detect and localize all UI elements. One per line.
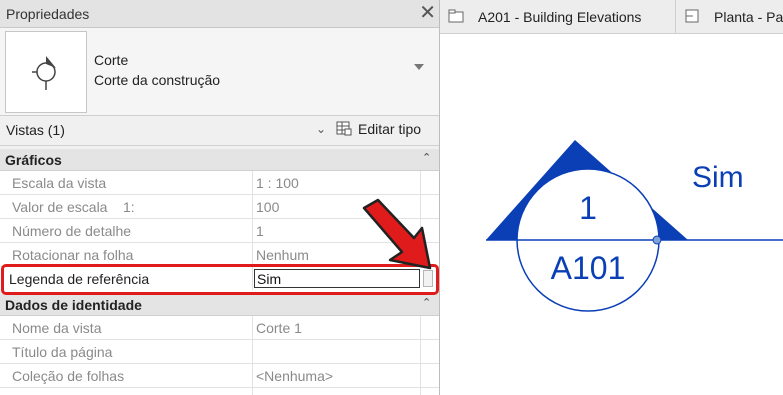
property-value: <Nenhuma> [256, 368, 334, 384]
property-value: Nenhum [256, 247, 309, 263]
tab-floor-plan[interactable]: Planta - Pa [676, 0, 783, 34]
chevron-down-icon[interactable]: ⌄ [316, 122, 326, 136]
drawing-view-area: A201 - Building Elevations Planta - Pa 1… [440, 0, 783, 395]
section-type-thumbnail [5, 31, 87, 113]
property-row[interactable] [0, 388, 439, 395]
section-symbol-icon [32, 56, 56, 90]
tab-label: Planta - Pa [714, 9, 783, 25]
collapse-icon[interactable]: ⌃ [422, 151, 431, 164]
property-key: Legenda de referência [9, 271, 150, 287]
grip-handle[interactable] [652, 235, 662, 245]
collapse-icon[interactable]: ⌃ [422, 296, 431, 309]
property-key: Nome da vista [12, 320, 102, 336]
sheet-number: A101 [551, 250, 626, 286]
edit-type-icon [336, 121, 352, 136]
tab-building-elevations[interactable]: A201 - Building Elevations [440, 0, 676, 34]
drawing-canvas[interactable]: 1 A101 Sim [440, 34, 783, 395]
properties-panel: Propriedades ✕ Corte Corte da construção… [0, 0, 440, 395]
property-value: Corte 1 [256, 320, 302, 336]
callout-arrow-icon [362, 198, 432, 270]
type-subname: Corte da construção [94, 72, 221, 88]
property-value: 100 [256, 199, 280, 215]
property-row[interactable]: Nome da vista Corte 1 [0, 316, 439, 340]
close-icon[interactable]: ✕ [419, 2, 436, 24]
properties-title: Propriedades [6, 6, 90, 22]
floor-plan-icon [685, 9, 699, 23]
type-selector[interactable]: Corte Corte da construção [0, 28, 439, 116]
type-name: Corte [94, 52, 129, 68]
group-label: Gráficos [5, 152, 62, 168]
property-key: Rotacionar na folha [12, 247, 134, 263]
instance-filter-bar: Vistas (1) ⌄ Editar tipo [0, 116, 439, 146]
property-value: 1 [256, 223, 264, 239]
reference-label-tag: Sim [692, 161, 744, 194]
detail-number: 1 [579, 190, 597, 226]
property-key: Título da página [12, 344, 113, 360]
properties-title-bar: Propriedades ✕ [0, 0, 439, 28]
property-row[interactable]: Título da página [0, 340, 439, 364]
group-identity-data[interactable]: Dados de identidade ⌃ [0, 294, 439, 316]
property-key: Valor de escala 1: [12, 199, 135, 215]
property-row[interactable]: Coleção de folhas <Nenhuma> [0, 364, 439, 388]
group-label: Dados de identidade [5, 297, 142, 313]
property-key: Escala da vista [12, 175, 107, 191]
group-graphics[interactable]: Gráficos ⌃ [0, 149, 439, 171]
property-key: Número de detalhe [12, 223, 132, 239]
view-tab-bar: A201 - Building Elevations Planta - Pa [440, 0, 783, 34]
property-row[interactable]: Escala da vista 1 : 100 [0, 171, 439, 195]
property-value: 1 : 100 [256, 175, 299, 191]
instance-filter-select[interactable]: Vistas (1) [6, 122, 65, 138]
property-key: Coleção de folhas [12, 368, 125, 384]
tab-label: A201 - Building Elevations [478, 9, 642, 25]
type-dropdown-icon[interactable] [414, 64, 424, 70]
edit-type-label: Editar tipo [358, 121, 422, 137]
elevation-view-icon [448, 9, 464, 23]
reference-label-value: Sim [257, 271, 282, 287]
